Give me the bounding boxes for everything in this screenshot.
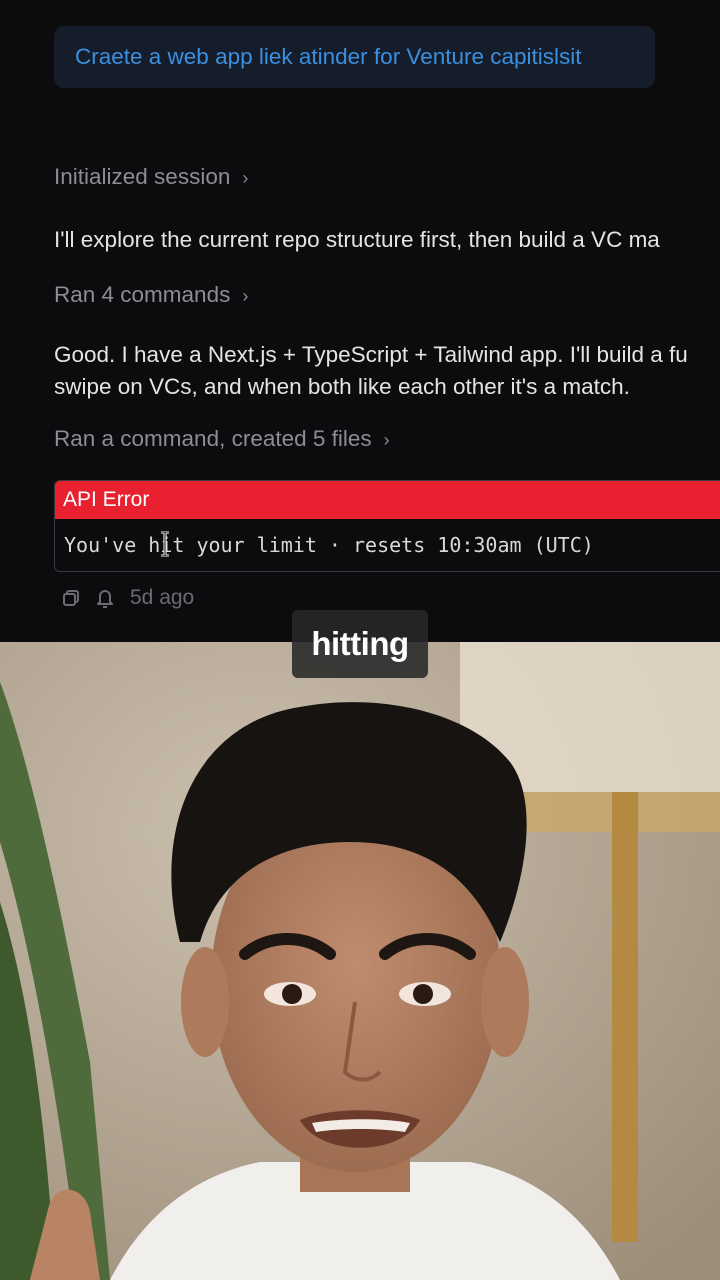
bell-icon[interactable] <box>96 588 114 608</box>
step-label: Ran 4 commands <box>54 282 231 307</box>
assistant-message: Good. I have a Next.js + TypeScript + Ta… <box>54 339 688 403</box>
presenter-image <box>0 642 720 1280</box>
chevron-right-icon: › <box>383 430 390 450</box>
api-error-message: You've hit your limit · resets 10:30am (… <box>64 533 594 557</box>
user-prompt-text: Craete a web app liek atinder for Ventur… <box>75 44 582 69</box>
assistant-message-line: Good. I have a Next.js + TypeScript + Ta… <box>54 342 688 367</box>
chevron-right-icon: › <box>242 286 249 306</box>
step-label: Ran a command, created 5 files <box>54 426 372 451</box>
assistant-message-text: I'll explore the current repo structure … <box>54 227 660 252</box>
ran-commands-toggle[interactable]: Ran 4 commands › <box>54 282 248 308</box>
chevron-right-icon: › <box>242 168 249 188</box>
ran-command-files-toggle[interactable]: Ran a command, created 5 files › <box>54 426 390 452</box>
api-error-header: API Error <box>55 481 720 519</box>
message-timestamp: 5d ago <box>130 586 195 609</box>
assistant-message: I'll explore the current repo structure … <box>54 227 660 253</box>
step-label: Initialized session <box>54 164 231 189</box>
user-prompt-bubble[interactable]: Craete a web app liek atinder for Ventur… <box>54 26 655 88</box>
presenter-video-frame <box>0 642 720 1280</box>
api-error-box: API Error You've hit your limit · resets… <box>54 480 720 572</box>
video-caption: hitting <box>292 610 428 678</box>
copy-icon[interactable] <box>62 589 80 607</box>
message-meta: 5d ago <box>62 584 194 612</box>
api-error-body[interactable]: You've hit your limit · resets 10:30am (… <box>55 519 720 571</box>
api-error-title: API Error <box>63 488 150 511</box>
initialized-session-toggle[interactable]: Initialized session › <box>54 164 248 190</box>
caption-text: hitting <box>311 625 409 662</box>
chat-panel: Craete a web app liek atinder for Ventur… <box>0 0 720 642</box>
assistant-message-line: swipe on VCs, and when both like each ot… <box>54 374 630 399</box>
text-cursor-icon <box>161 531 169 557</box>
